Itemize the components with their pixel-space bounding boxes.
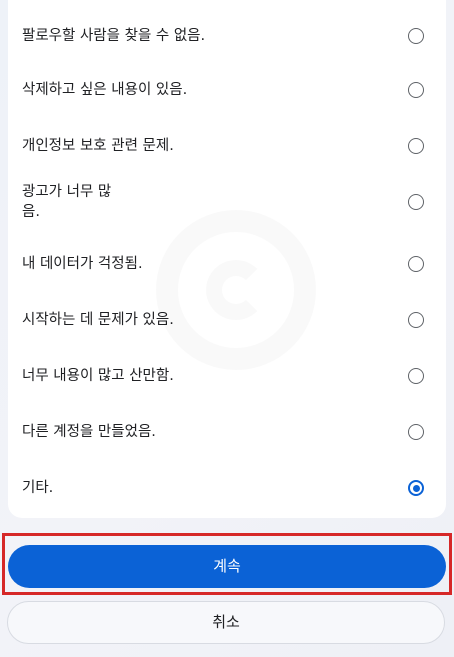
option-created-another-account[interactable]: 다른 계정을 만들었음. [8,414,446,450]
option-label: 시작하는 데 문제가 있음. [22,312,174,328]
radio-button[interactable] [408,424,424,440]
radio-button[interactable] [408,138,424,154]
watermark-icon [156,210,316,370]
option-label: 개인정보 보호 관련 문제. [22,138,174,154]
radio-button[interactable] [408,256,424,272]
option-other[interactable]: 기타. [8,470,446,506]
option-label: 기타. [22,480,54,496]
option-too-many-ads[interactable]: 광고가 너무 많 음. [8,176,446,228]
option-label: 다른 계정을 만들었음. [22,424,156,440]
option-too-distracting[interactable]: 너무 내용이 많고 산만함. [8,358,446,394]
option-getting-started-trouble[interactable]: 시작하는 데 문제가 있음. [8,302,446,338]
option-label: 너무 내용이 많고 산만함. [22,368,174,384]
option-label: 내 데이터가 걱정됨. [22,256,143,272]
radio-button[interactable] [408,194,424,210]
reason-list-card: 팔로우할 사람을 찾을 수 없음. 삭제하고 싶은 내용이 있음. 개인정보 보… [8,0,446,518]
radio-button[interactable] [408,368,424,384]
radio-button[interactable] [408,312,424,328]
option-privacy-concern[interactable]: 개인정보 보호 관련 문제. [8,128,446,164]
radio-button-selected[interactable] [408,480,424,496]
option-want-delete-content[interactable]: 삭제하고 싶은 내용이 있음. [8,72,446,108]
option-label: 팔로우할 사람을 찾을 수 없음. [22,28,206,44]
option-cant-find-people[interactable]: 팔로우할 사람을 찾을 수 없음. [8,18,446,54]
option-label: 광고가 너무 많 음. [22,184,112,220]
option-data-worry[interactable]: 내 데이터가 걱정됨. [8,246,446,282]
option-label: 삭제하고 싶은 내용이 있음. [22,82,188,98]
radio-button[interactable] [408,82,424,98]
radio-button[interactable] [408,28,424,44]
continue-button[interactable]: 계속 [8,545,446,588]
cancel-button[interactable]: 취소 [7,601,445,644]
